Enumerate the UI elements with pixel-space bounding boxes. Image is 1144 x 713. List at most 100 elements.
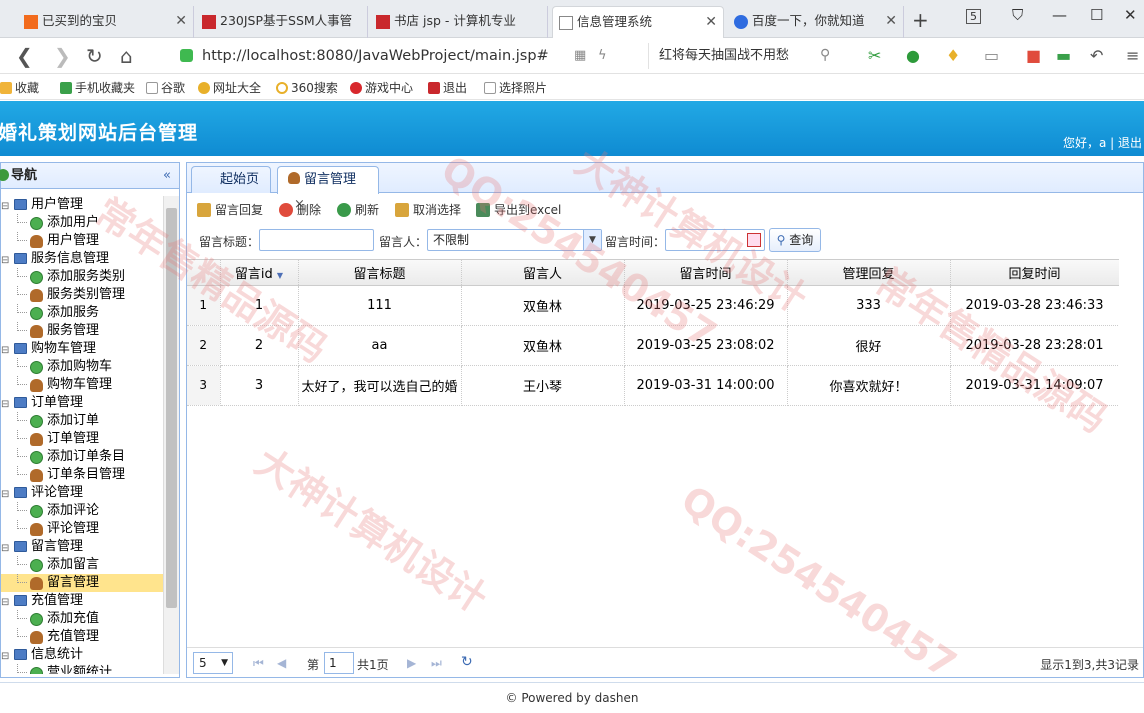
table-row[interactable]: 1 1 111 双鱼林 2019-03-25 23:46:29 333 2019-03-28… — [187, 285, 1120, 326]
time-filter-input[interactable] — [665, 229, 765, 251]
column-header[interactable]: 留言标题 — [298, 260, 462, 286]
nav-scrollbar[interactable] — [163, 196, 179, 674]
browser-tab-active[interactable]: 信息管理系统 ✕ — [552, 6, 724, 38]
lightning-icon[interactable]: ϟ — [598, 48, 607, 63]
reply-button[interactable]: 留言回复 — [197, 201, 263, 218]
column-header[interactable]: 留言时间 — [624, 260, 788, 286]
close-icon[interactable]: ✕ — [175, 6, 187, 36]
nav-item[interactable]: 添加订单条目 — [1, 448, 163, 466]
nav-group[interactable]: ⊟ 评论管理 — [1, 484, 163, 502]
export-excel-button[interactable]: 导出到excel — [476, 201, 561, 218]
tab-count-badge[interactable]: 5 — [966, 9, 981, 24]
scissors-icon[interactable]: ✂ — [868, 46, 881, 65]
grid-icon[interactable]: ▦ — [574, 48, 586, 63]
column-header[interactable]: 回复时间 — [950, 260, 1120, 286]
browser-tab[interactable]: 230JSP基于SSM人事管 — [196, 6, 368, 38]
table-row[interactable]: 3 3 太好了，我可以选自己的婚 王小琴 2019-03-31 14:00:00 你喜欢就… — [187, 365, 1120, 406]
table-row[interactable]: 2 2 aa 双鱼林 2019-03-25 23:08:02 很好 2019-03-28 2… — [187, 325, 1120, 366]
undo-icon[interactable]: ↶ — [1090, 46, 1103, 65]
user-greeting[interactable]: 您好，a | 退出 — [1063, 134, 1142, 151]
nav-group[interactable]: ⊟ 用户管理 — [1, 196, 163, 214]
new-tab-button[interactable]: + — [912, 8, 929, 32]
minimize-button[interactable]: — — [1052, 6, 1067, 24]
browser-tab[interactable]: 百度一下，你就知道 ✕ — [728, 6, 904, 38]
title-filter-input[interactable] — [259, 229, 374, 251]
nav-item[interactable]: 评论管理 — [1, 520, 163, 538]
menu-icon[interactable]: ≡ — [1126, 46, 1139, 65]
nav-item[interactable]: 订单管理 — [1, 430, 163, 448]
forward-button[interactable]: ❯ — [54, 44, 71, 68]
nav-group[interactable]: ⊟ 购物车管理 — [1, 340, 163, 358]
column-header[interactable]: 管理回复 — [787, 260, 951, 286]
nav-item[interactable]: 添加留言 — [1, 556, 163, 574]
calendar-icon[interactable] — [747, 233, 761, 247]
nav-group[interactable]: ⊟ 留言管理 — [1, 538, 163, 556]
image-icon[interactable]: ▭ — [984, 46, 999, 65]
bookmark-item[interactable]: 选择照片 — [484, 79, 547, 96]
close-window-button[interactable]: ✕ — [1124, 6, 1137, 24]
nav-item[interactable]: 营业额统计 — [1, 664, 163, 674]
prev-page-icon[interactable]: ◀ — [277, 656, 286, 670]
nav-item[interactable]: 购物车管理 — [1, 376, 163, 394]
translate-icon[interactable]: ● — [906, 46, 920, 65]
first-page-icon[interactable]: ⏮ — [253, 656, 264, 671]
back-button[interactable]: ❮ — [16, 44, 33, 68]
nav-item[interactable]: 添加服务类别 — [1, 268, 163, 286]
nav-group[interactable]: ⊟ 订单管理 — [1, 394, 163, 412]
browser-tab[interactable]: 已买到的宝贝 ✕ — [18, 6, 194, 38]
last-page-icon[interactable]: ⏭ — [431, 656, 442, 671]
search-input[interactable]: 红将每天抽国战不用愁 — [648, 43, 838, 69]
bookmark-item[interactable]: 网址大全 — [198, 79, 261, 96]
bookmark-item[interactable]: 360搜索 — [276, 79, 338, 96]
nav-item[interactable]: 添加充值 — [1, 610, 163, 628]
nav-item[interactable]: 服务类别管理 — [1, 286, 163, 304]
nav-item[interactable]: 添加评论 — [1, 502, 163, 520]
delete-button[interactable]: 删除 — [279, 201, 321, 218]
bookmark-item[interactable]: 谷歌 — [146, 79, 185, 96]
wallet-icon[interactable]: ♦ — [946, 46, 960, 65]
browser-tab[interactable]: 书店 jsp - 计算机专业 — [370, 6, 548, 38]
tab-message-manage[interactable]: 留言管理× — [277, 166, 379, 212]
nav-item[interactable]: 添加服务 — [1, 304, 163, 322]
refresh-icon[interactable]: ↻ — [461, 654, 473, 670]
next-page-icon[interactable]: ▶ — [407, 656, 416, 670]
nav-group[interactable]: ⊟ 信息统计 — [1, 646, 163, 664]
tab-start-page[interactable]: 起始页 — [191, 166, 271, 193]
nav-group[interactable]: ⊟ 充值管理 — [1, 592, 163, 610]
page-number-input[interactable]: 1 — [324, 652, 354, 674]
bookmark-item[interactable]: 手机收藏夹 — [60, 79, 135, 96]
skin-icon[interactable]: ⛉ — [1012, 6, 1023, 24]
apps-icon[interactable]: ■ — [1026, 46, 1041, 65]
collapse-icon[interactable]: « — [163, 163, 171, 189]
bookmark-item[interactable]: 退出 — [428, 79, 467, 96]
search-icon[interactable]: ⚲ — [820, 47, 830, 63]
bookmark-item[interactable]: 收藏 — [0, 79, 39, 96]
nav-item[interactable]: 添加购物车 — [1, 358, 163, 376]
nav-group[interactable]: ⊟ 服务信息管理 — [1, 250, 163, 268]
sort-down-icon[interactable]: ▼ — [277, 271, 283, 280]
close-icon[interactable]: ✕ — [885, 6, 897, 36]
nav-item[interactable]: 用户管理 — [1, 232, 163, 250]
page-size-select[interactable]: 5 ▼ — [193, 652, 233, 674]
nav-item[interactable]: 添加用户 — [1, 214, 163, 232]
scroll-thumb[interactable] — [166, 208, 177, 608]
home-button[interactable]: ⌂ — [120, 44, 133, 68]
refresh-button[interactable]: 刷新 — [337, 201, 379, 218]
nav-item[interactable]: 充值管理 — [1, 628, 163, 646]
column-header[interactable]: 留言id ▼ — [220, 260, 299, 286]
cancel-selection-button[interactable]: 取消选择 — [395, 201, 461, 218]
person-filter-select[interactable]: 不限制 ▼ — [427, 229, 602, 251]
nav-item[interactable]: 留言管理 — [1, 574, 163, 592]
close-icon[interactable]: ✕ — [705, 7, 717, 37]
chevron-down-icon[interactable]: ▼ — [221, 653, 228, 673]
nav-item[interactable]: 添加订单 — [1, 412, 163, 430]
battery-icon[interactable]: ▬ — [1056, 46, 1071, 65]
query-button[interactable]: ⚲ 查询 — [769, 228, 821, 252]
chevron-down-icon[interactable]: ▼ — [583, 230, 601, 250]
grid-scrollbar[interactable] — [1119, 259, 1143, 647]
nav-item[interactable]: 订单条目管理 — [1, 466, 163, 484]
bookmark-item[interactable]: 游戏中心 — [350, 79, 413, 96]
url-bar[interactable]: http://localhost:8080/JavaWebProject/mai… — [170, 43, 640, 69]
reload-button[interactable]: ↻ — [86, 44, 103, 68]
nav-item[interactable]: 服务管理 — [1, 322, 163, 340]
